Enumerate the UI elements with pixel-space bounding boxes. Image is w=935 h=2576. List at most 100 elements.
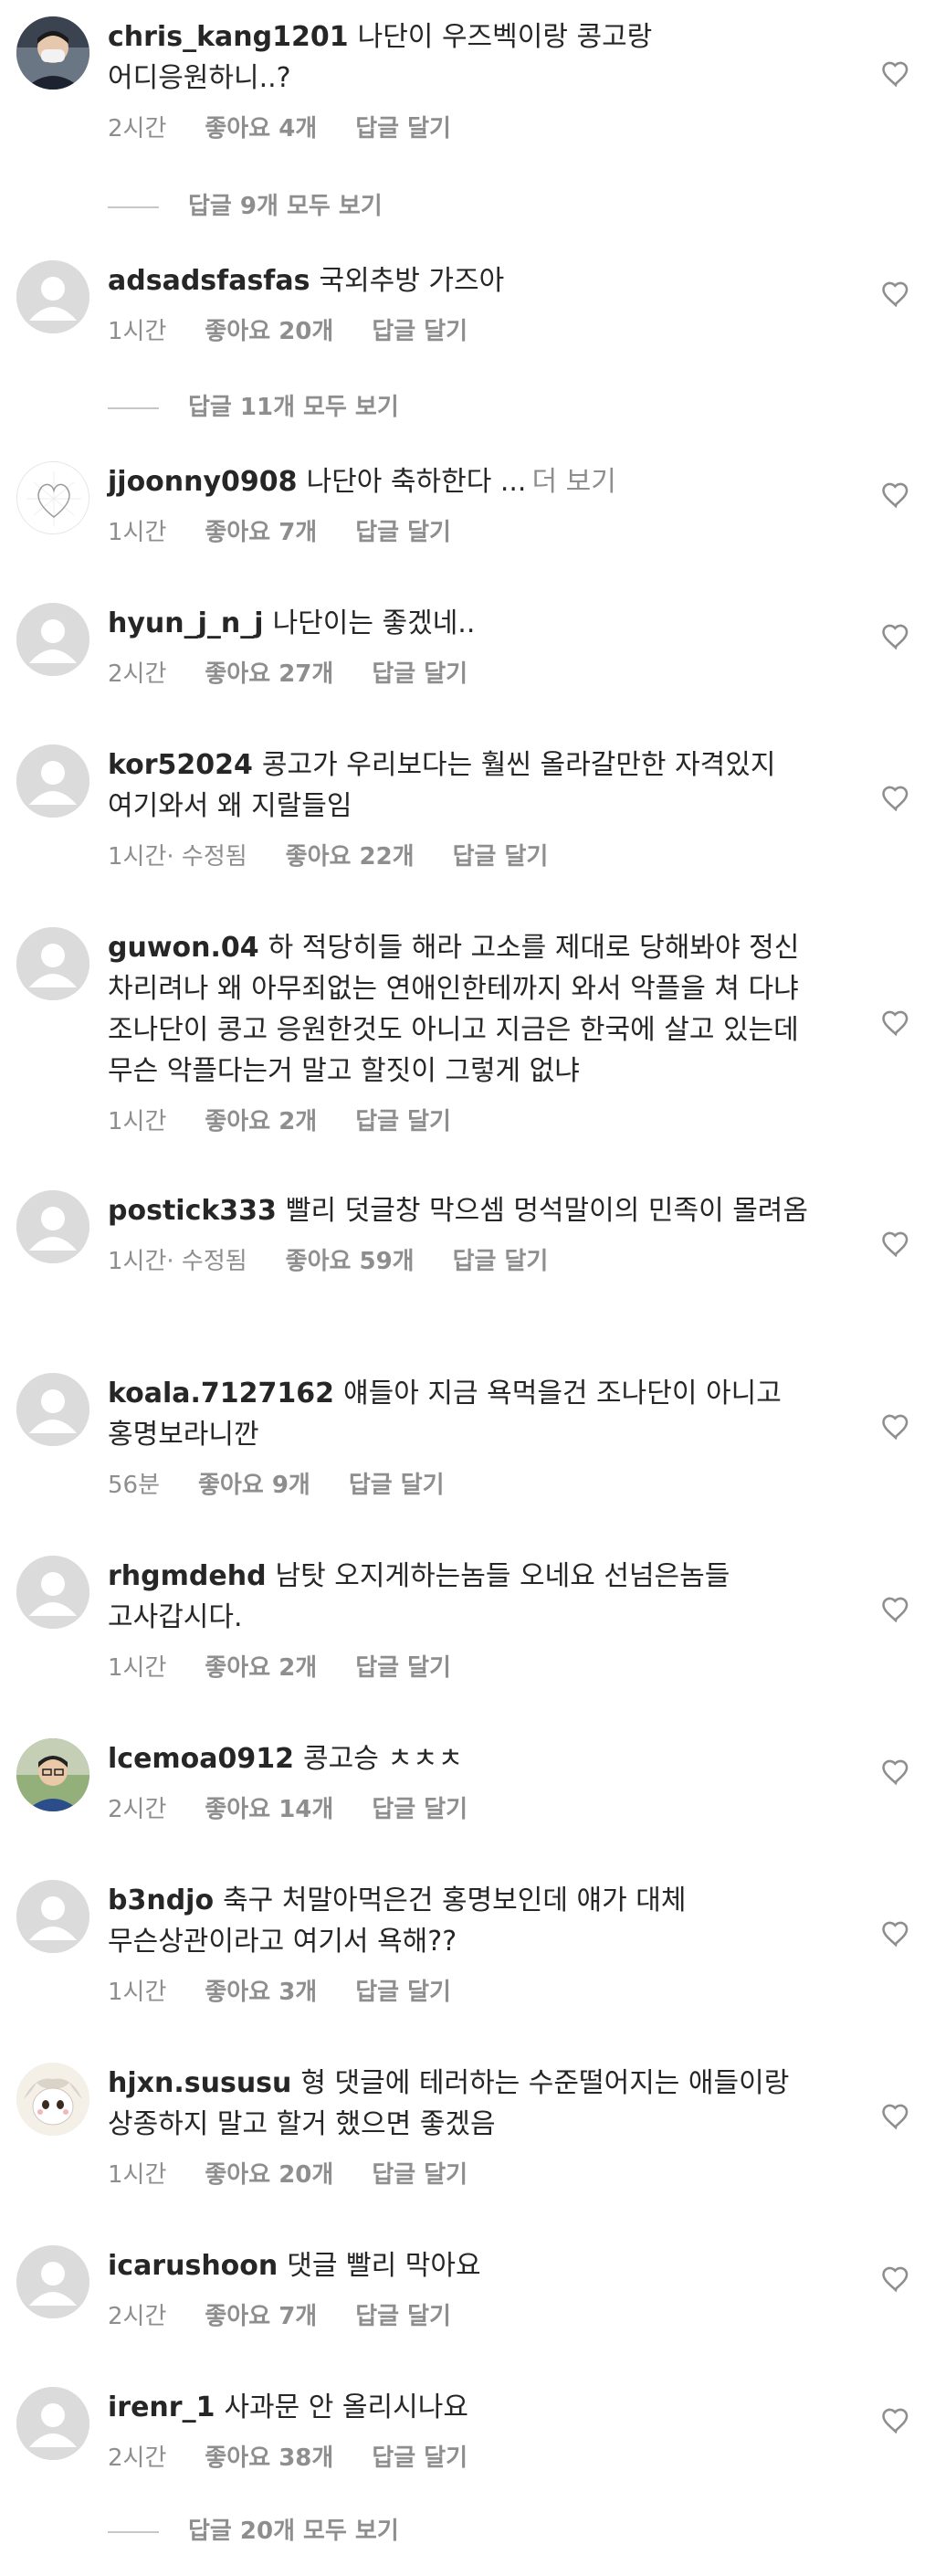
like-heart-icon[interactable] [880, 279, 911, 310]
like-heart-icon[interactable] [880, 2264, 911, 2295]
likes-count[interactable]: 좋아요 20개 [205, 318, 333, 345]
username[interactable]: hyun_j_n_j [108, 607, 264, 639]
avatar[interactable] [16, 2387, 89, 2460]
default-user-icon [16, 603, 89, 676]
username[interactable]: guwon.04 [108, 932, 259, 964]
timestamp: 2시간 [108, 2444, 167, 2472]
timestamp: 1시간 [108, 1108, 167, 1135]
likes-count[interactable]: 좋아요 3개 [205, 1979, 317, 2006]
reply-button[interactable]: 답글 달기 [372, 318, 468, 345]
reply-button[interactable]: 답글 달기 [372, 1796, 468, 1823]
avatar[interactable] [16, 2245, 89, 2318]
like-heart-icon[interactable] [880, 1757, 911, 1788]
like-heart-icon[interactable] [880, 2405, 911, 2436]
reply-button[interactable]: 답글 달기 [372, 2444, 468, 2472]
username[interactable]: lcemoa0912 [108, 1743, 294, 1775]
avatar[interactable] [16, 1738, 89, 1811]
username[interactable]: kor52024 [108, 749, 253, 781]
reply-button[interactable]: 답글 달기 [453, 1248, 549, 1275]
likes-count[interactable]: 좋아요 14개 [205, 1796, 333, 1823]
more-link[interactable]: 더 보기 [531, 466, 615, 498]
likes-count[interactable]: 좋아요 7개 [205, 519, 317, 546]
like-heart-icon[interactable] [880, 1008, 911, 1039]
avatar[interactable] [16, 260, 89, 333]
default-user-icon [16, 1880, 89, 1953]
default-user-icon [16, 1190, 89, 1263]
reply-button[interactable]: 답글 달기 [355, 519, 451, 546]
likes-count[interactable]: 좋아요 2개 [205, 1654, 317, 1682]
view-replies-label: 답글 9개 모두 보기 [188, 193, 383, 220]
reply-button[interactable]: 답글 달기 [372, 2161, 468, 2189]
reply-button[interactable]: 답글 달기 [349, 1472, 445, 1499]
default-user-icon [16, 744, 89, 818]
likes-count[interactable]: 좋아요 20개 [205, 2161, 333, 2189]
view-replies-button[interactable]: 답글 11개 모두 보기 [108, 388, 747, 425]
avatar[interactable] [16, 16, 89, 90]
username[interactable]: rhgmdehd [108, 1560, 267, 1592]
timestamp: 1시간· 수정됨 [108, 843, 247, 871]
timestamp: 2시간 [108, 660, 167, 688]
like-heart-icon[interactable] [880, 783, 911, 814]
cartoon-character-icon [16, 2063, 89, 2136]
photo-man-glasses-icon [16, 1738, 89, 1811]
avatar[interactable] [16, 1556, 89, 1629]
like-heart-icon[interactable] [880, 58, 911, 90]
view-replies-label: 답글 20개 모두 보기 [188, 2518, 399, 2545]
timestamp: 1시간 [108, 1979, 167, 2006]
like-heart-icon[interactable] [880, 1918, 911, 1949]
username[interactable]: chris_kang1201 [108, 21, 349, 53]
likes-count[interactable]: 좋아요 7개 [205, 2303, 317, 2330]
reply-button[interactable]: 답글 달기 [355, 1979, 451, 2006]
view-replies-button[interactable]: 답글 20개 모두 보기 [108, 2512, 747, 2549]
avatar[interactable] [16, 603, 89, 676]
avatar[interactable] [16, 927, 89, 1000]
like-heart-icon[interactable] [880, 1594, 911, 1625]
reply-button[interactable]: 답글 달기 [355, 1108, 451, 1135]
view-replies-button[interactable]: 답글 9개 모두 보기 [108, 187, 747, 224]
avatar[interactable] [16, 1880, 89, 1953]
reply-button[interactable]: 답글 달기 [355, 1654, 451, 1682]
timestamp: 1시간· 수정됨 [108, 1248, 247, 1275]
username[interactable]: irenr_1 [108, 2391, 215, 2423]
like-heart-icon[interactable] [880, 1229, 911, 1260]
photo-man-mask-icon [16, 16, 89, 90]
likes-count[interactable]: 좋아요 2개 [205, 1108, 317, 1135]
likes-count[interactable]: 좋아요 4개 [205, 115, 317, 143]
username[interactable]: hjxn.sususu [108, 2067, 291, 2099]
avatar[interactable] [16, 744, 89, 818]
username[interactable]: adsadsfasfas [108, 265, 310, 297]
likes-count[interactable]: 좋아요 59개 [286, 1248, 415, 1275]
likes-count[interactable]: 좋아요 22개 [286, 843, 415, 871]
like-heart-icon[interactable] [880, 1411, 911, 1442]
default-user-icon [16, 1373, 89, 1446]
default-user-icon [16, 260, 89, 333]
username[interactable]: icarushoon [108, 2250, 278, 2282]
view-replies-label: 답글 11개 모두 보기 [188, 394, 399, 421]
reply-button[interactable]: 답글 달기 [355, 2303, 451, 2330]
comment-body: 댓글 빨리 막아요 [287, 2250, 481, 2282]
divider-line [108, 206, 159, 208]
like-heart-icon[interactable] [880, 621, 911, 652]
username[interactable]: postick333 [108, 1195, 277, 1227]
comment-body: 나단이는 좋겠네.. [272, 607, 476, 639]
username[interactable]: koala.7127162 [108, 1378, 334, 1409]
avatar[interactable] [16, 461, 89, 534]
like-heart-icon[interactable] [880, 2101, 911, 2132]
avatar[interactable] [16, 2063, 89, 2136]
username[interactable]: jjoonny0908 [108, 466, 298, 498]
timestamp: 1시간 [108, 519, 167, 546]
like-heart-icon[interactable] [880, 480, 911, 511]
likes-count[interactable]: 좋아요 27개 [205, 660, 333, 688]
reply-button[interactable]: 답글 달기 [355, 115, 451, 143]
reply-button[interactable]: 답글 달기 [372, 660, 468, 688]
likes-count[interactable]: 좋아요 9개 [198, 1472, 310, 1499]
timestamp: 2시간 [108, 115, 167, 143]
reply-button[interactable]: 답글 달기 [453, 843, 549, 871]
timestamp: 1시간 [108, 1654, 167, 1682]
default-user-icon [16, 1556, 89, 1629]
avatar[interactable] [16, 1190, 89, 1263]
timestamp: 2시간 [108, 2303, 167, 2330]
avatar[interactable] [16, 1373, 89, 1446]
username[interactable]: b3ndjo [108, 1884, 214, 1916]
likes-count[interactable]: 좋아요 38개 [205, 2444, 333, 2472]
